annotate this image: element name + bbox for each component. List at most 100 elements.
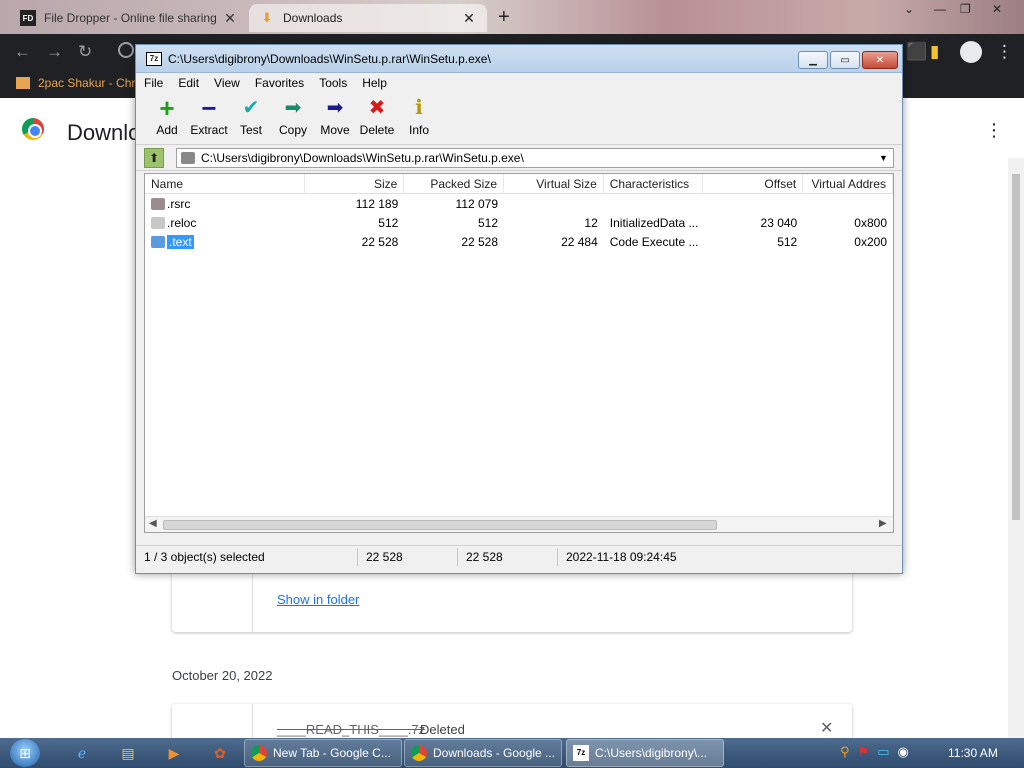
- cell-vaddr: 0x800: [854, 215, 887, 230]
- delete-label: Delete: [359, 123, 395, 137]
- cell-size: 22 528: [361, 234, 399, 249]
- minimize-icon[interactable]: —: [934, 2, 946, 16]
- scroll-right-icon[interactable]: ▶: [879, 518, 887, 529]
- task-downloads-chrome[interactable]: Downloads - Google ...: [404, 739, 562, 767]
- 7zip-titlebar[interactable]: 7z C:\Users\digibrony\Downloads\WinSetu.…: [136, 45, 902, 73]
- new-tab-icon[interactable]: +: [498, 6, 510, 29]
- media-player-icon[interactable]: ▶: [164, 743, 184, 763]
- column-header-name[interactable]: Name: [145, 174, 305, 194]
- chrome-tabstrip: FD File Dropper - Online file sharing ✕ …: [0, 0, 1024, 34]
- cell-name: .reloc: [145, 213, 305, 233]
- chrome-menu-icon[interactable]: ⋮: [996, 42, 1013, 62]
- table-row[interactable]: .rsrc 112 189 112 079: [145, 194, 893, 213]
- reload-icon[interactable]: ↻: [78, 42, 92, 62]
- restore-icon[interactable]: ❐: [960, 2, 971, 16]
- info-label: Info: [408, 123, 429, 137]
- column-header-virtual-size[interactable]: Virtual Size: [504, 174, 604, 194]
- tab-downloads[interactable]: ⬇ Downloads ✕: [249, 4, 487, 32]
- chrome-logo-icon: [22, 118, 44, 140]
- start-button[interactable]: ⊞: [10, 739, 40, 767]
- 7zip-window: 7z C:\Users\digibrony\Downloads\WinSetu.…: [135, 44, 903, 574]
- column-header-offset[interactable]: Offset: [703, 174, 804, 194]
- menu-favorites[interactable]: Favorites: [255, 76, 304, 90]
- file-dropper-favicon-icon: FD: [20, 10, 36, 26]
- add-icon: +: [159, 93, 175, 123]
- profile-avatar-icon[interactable]: [960, 41, 982, 63]
- show-in-folder-link[interactable]: Show in folder: [277, 592, 359, 607]
- cell-vaddr: [803, 194, 893, 214]
- clock[interactable]: 11:30 AM: [948, 746, 998, 760]
- window-title: C:\Users\digibrony\Downloads\WinSetu.p.r…: [168, 51, 491, 66]
- move-icon: ➡: [326, 97, 344, 119]
- close-tab-icon[interactable]: ✕: [222, 10, 238, 27]
- extension-icon[interactable]: ⬛: [906, 42, 927, 62]
- windows-logo-icon: ⊞: [19, 744, 31, 761]
- menu-tools[interactable]: Tools: [319, 76, 347, 90]
- flag-icon[interactable]: ⚑: [858, 744, 870, 760]
- file-icon: [151, 217, 165, 230]
- menu-view[interactable]: View: [214, 76, 240, 90]
- download-filename[interactable]: ____READ_THIS____.7z: [277, 722, 425, 737]
- horizontal-scrollbar[interactable]: ◀ ▶: [145, 516, 893, 532]
- test-button[interactable]: ✔ Test: [230, 93, 272, 144]
- cell-size: 512: [378, 215, 399, 230]
- page-menu-icon[interactable]: ⋮: [985, 120, 1003, 141]
- close-window-icon[interactable]: ✕: [992, 2, 1002, 16]
- forward-icon[interactable]: →: [46, 42, 63, 62]
- horizontal-scrollbar-thumb[interactable]: [163, 520, 717, 530]
- bookmark-favicon-icon: [16, 77, 30, 89]
- taskbar: ⊞ ℯ ▤ ▶ ✿ New Tab - Google C... Download…: [0, 738, 1024, 768]
- search-icon[interactable]: ⚲: [840, 744, 850, 760]
- task-7zip[interactable]: 7z C:\Users\digibrony\...: [566, 739, 724, 767]
- move-button[interactable]: ➡ Move: [314, 93, 356, 144]
- add-button[interactable]: + Add: [146, 93, 188, 144]
- close-icon[interactable]: ✕: [862, 51, 898, 69]
- display-icon[interactable]: ▭: [877, 744, 889, 760]
- task-label: New Tab - Google C...: [273, 746, 391, 760]
- column-header-characteristics[interactable]: Characteristics: [604, 174, 704, 194]
- task-label: Downloads - Google ...: [433, 746, 556, 760]
- column-header-virtual-address[interactable]: Virtual Addres: [803, 174, 893, 194]
- delete-button[interactable]: ✖ Delete: [356, 93, 398, 144]
- table-row-selected[interactable]: .text 22 528 22 528 22 484 Code Execute …: [145, 232, 893, 251]
- column-header-packed-size[interactable]: Packed Size: [404, 174, 505, 194]
- cell-size: 112 189: [355, 196, 399, 211]
- remove-download-icon[interactable]: ✕: [820, 718, 833, 738]
- file-explorer-icon[interactable]: ▤: [118, 743, 138, 763]
- extract-button[interactable]: − Extract: [188, 93, 230, 144]
- cell-name: .text: [145, 232, 305, 252]
- status-selected: 1 / 3 object(s) selected: [136, 547, 358, 566]
- table-row[interactable]: .reloc 512 512 12 InitializedData ... 23…: [145, 213, 893, 232]
- column-header-size[interactable]: Size: [305, 174, 405, 194]
- up-folder-icon[interactable]: ⬆: [144, 147, 164, 168]
- app-icon[interactable]: ✿: [210, 743, 230, 763]
- copy-button[interactable]: ➡ Copy: [272, 93, 314, 144]
- maximize-icon[interactable]: ▭: [830, 51, 860, 69]
- info-icon: ℹ: [415, 97, 423, 119]
- menu-file[interactable]: File: [144, 76, 163, 90]
- page-scrollbar-thumb[interactable]: [1012, 174, 1020, 520]
- status-modified: 2022-11-18 09:24:45: [566, 549, 677, 564]
- bookmark-2pac[interactable]: 2pac Shakur - Chro: [16, 76, 142, 90]
- dropdown-arrow-icon[interactable]: ▼: [879, 153, 893, 163]
- extract-label: Extract: [190, 123, 228, 137]
- scroll-left-icon[interactable]: ◀: [149, 518, 157, 529]
- minimize-icon[interactable]: ▁: [798, 51, 828, 69]
- chrome-icon: [251, 745, 267, 761]
- site-info-icon[interactable]: [118, 42, 134, 58]
- info-button[interactable]: ℹ Info: [398, 93, 440, 144]
- address-bar: ⬆ C:\Users\digibrony\Downloads\WinSetu.p…: [136, 145, 902, 171]
- menu-help[interactable]: Help: [362, 76, 387, 90]
- file-name: .reloc: [167, 215, 197, 230]
- internet-explorer-icon[interactable]: ℯ: [72, 743, 92, 763]
- volume-icon[interactable]: ◉: [897, 744, 908, 760]
- path-combobox[interactable]: C:\Users\digibrony\Downloads\WinSetu.p.r…: [176, 147, 894, 168]
- chevron-down-icon[interactable]: ⌄: [904, 2, 914, 16]
- task-new-tab-chrome[interactable]: New Tab - Google C...: [244, 739, 402, 767]
- close-tab-icon[interactable]: ✕: [461, 10, 477, 27]
- sidebar-icon[interactable]: ▮: [930, 42, 939, 62]
- menu-edit[interactable]: Edit: [178, 76, 199, 90]
- tab-file-dropper[interactable]: FD File Dropper - Online file sharing ✕: [10, 4, 248, 32]
- back-icon[interactable]: ←: [14, 42, 31, 62]
- system-tray: ⚲ ⚑ ▭ ◉: [840, 744, 909, 760]
